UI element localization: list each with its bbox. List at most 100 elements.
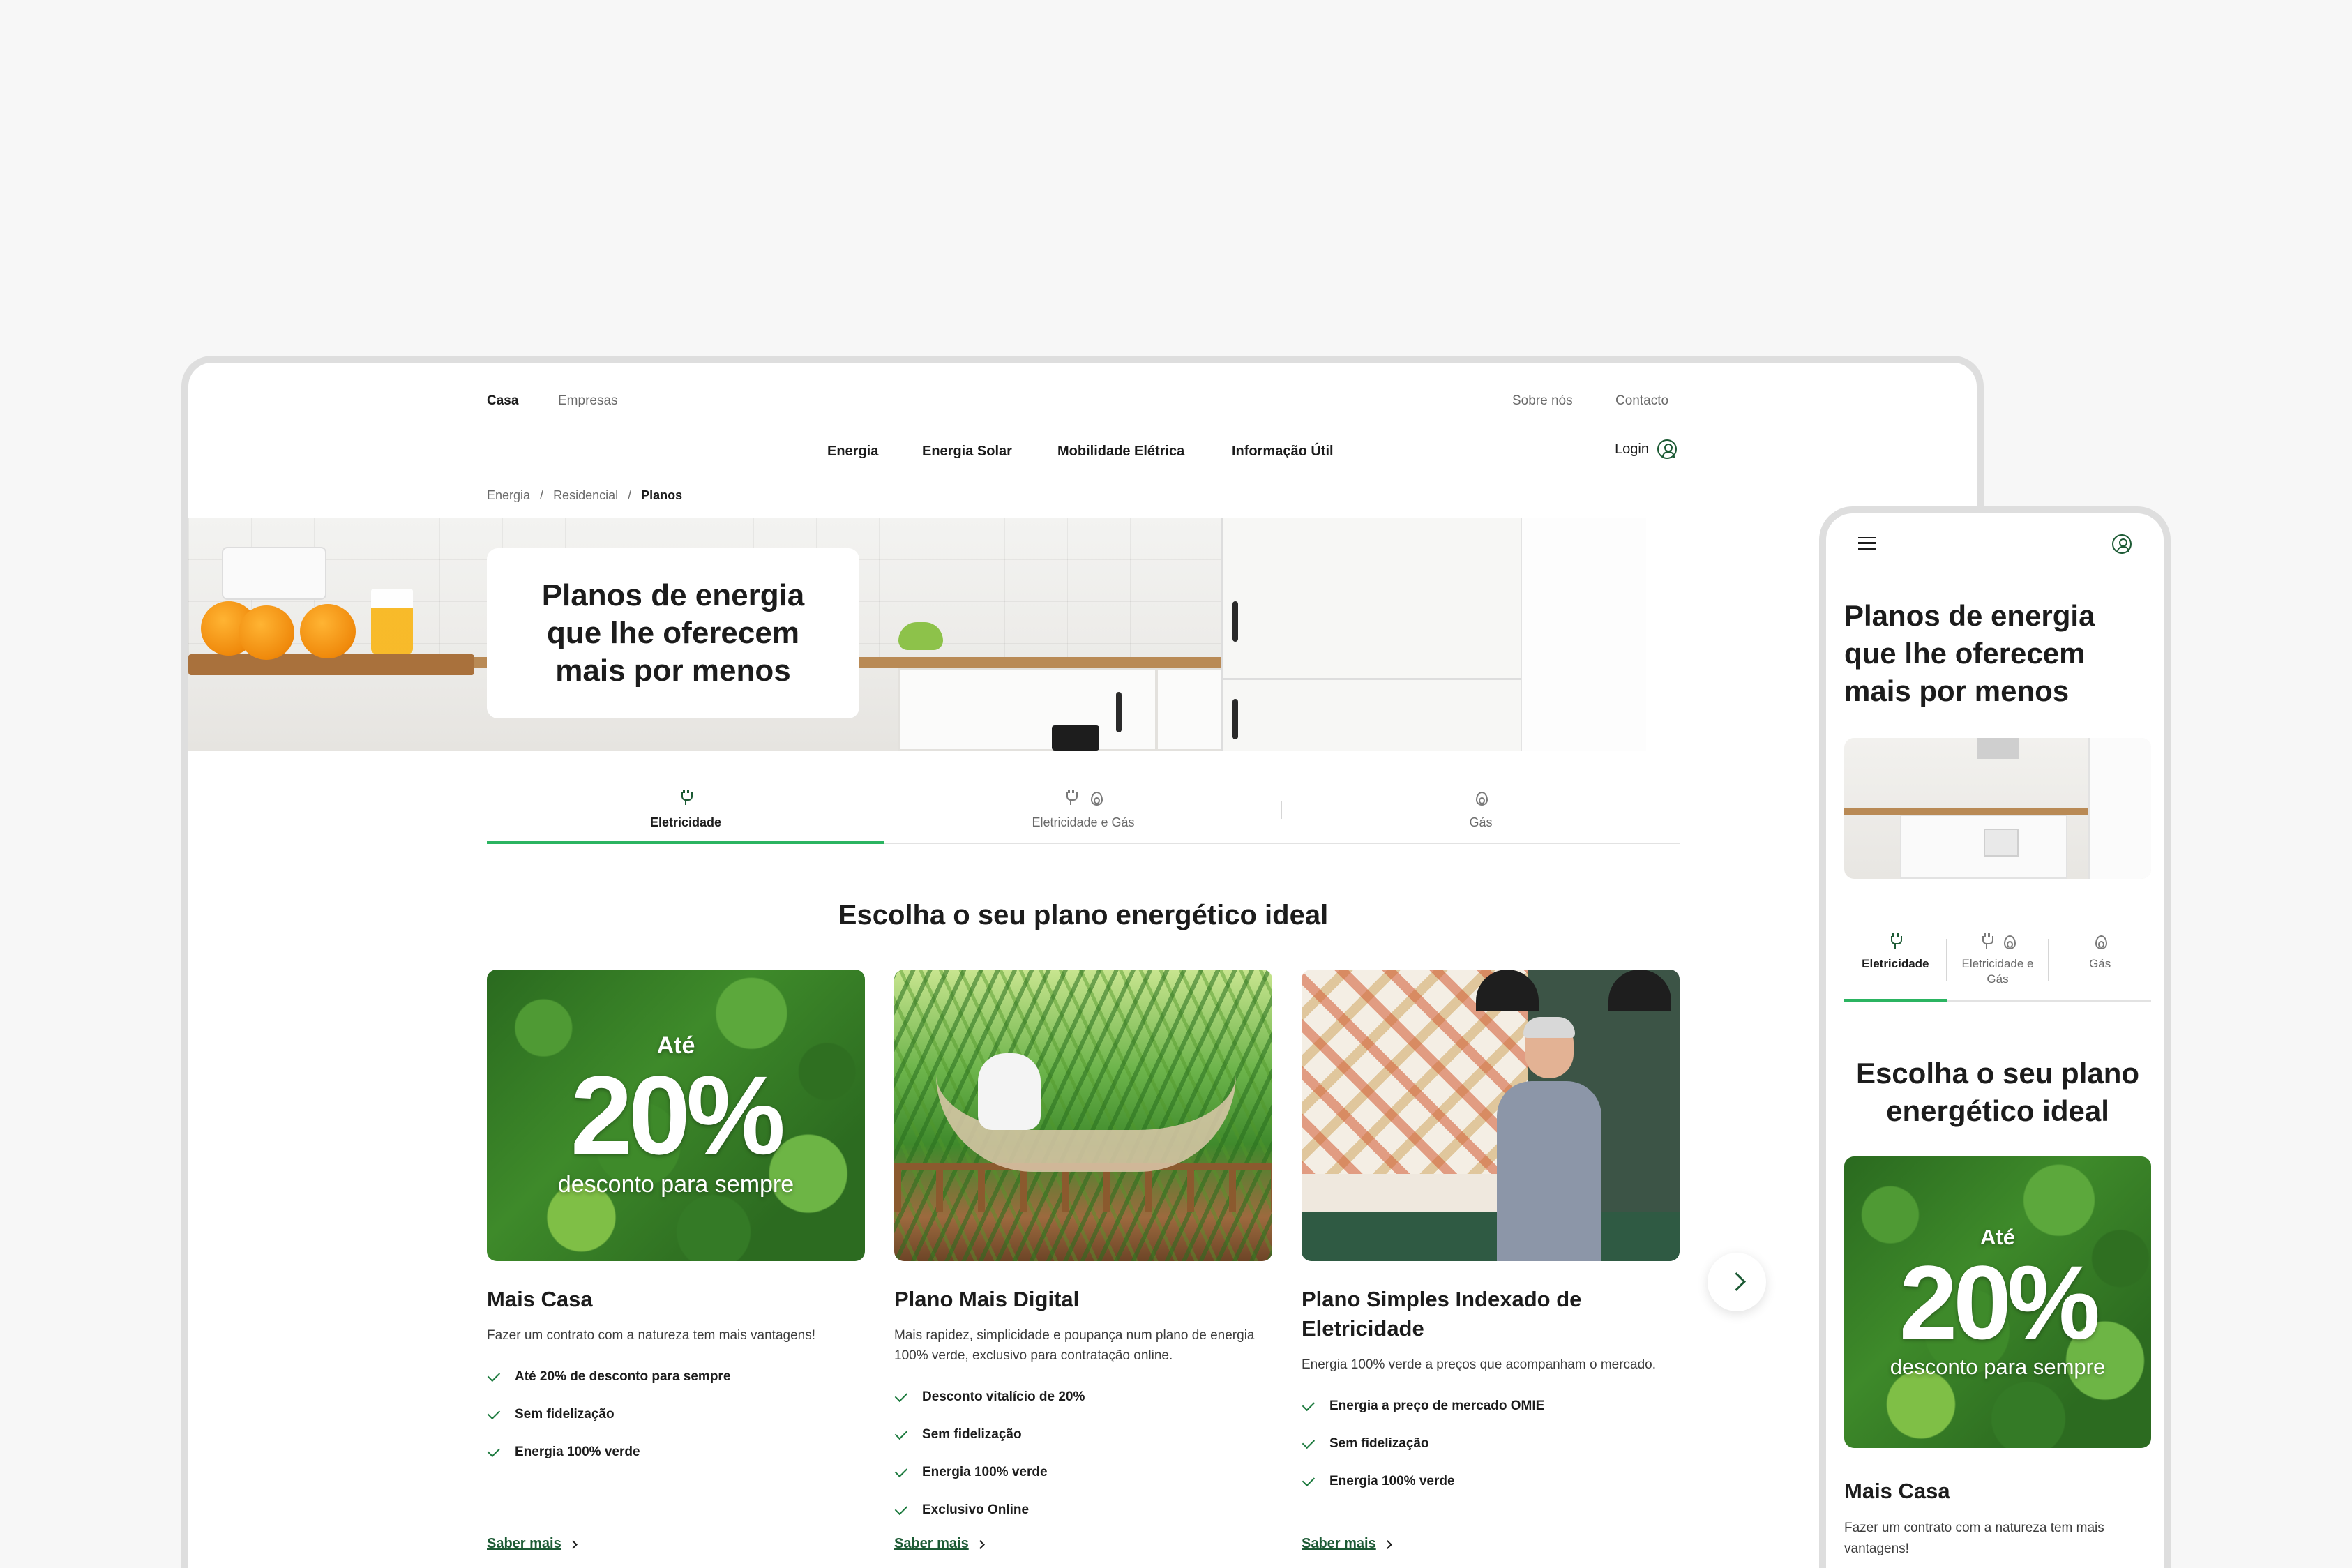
tab-eletricidade[interactable]: Eletricidade [1844,918,1947,1002]
energy-type-tabs: Eletricidade Eletricidade e Gás Gás [487,774,1680,844]
check-icon [894,1426,908,1440]
tab-gas[interactable]: Gás [2049,918,2151,1000]
section-title: Escolha o seu plano energético ideal [838,900,1329,930]
breadcrumb-separator: / [540,488,544,502]
check-icon [1302,1435,1316,1449]
login-label: Login [1615,441,1649,457]
segment-empresas[interactable]: Empresas [558,393,618,409]
mobile-section-title: Escolha o seu plano energético ideal [1855,1057,2140,1127]
nav-energia-solar[interactable]: Energia Solar [922,444,1012,460]
feature-item: Até 20% de desconto para sempre [487,1358,865,1396]
hamburger-menu-icon[interactable] [1858,537,1876,550]
tab-gas[interactable]: Gás [1282,774,1680,843]
plan-description: Energia 100% verde a preços que acompanh… [1302,1357,1657,1372]
hammock-photo [894,970,1272,1261]
check-icon [487,1406,501,1420]
tab-label: Eletricidade e Gás [1032,815,1135,829]
saber-mais-link[interactable]: Saber mais [894,1536,985,1552]
plug-icon [1889,933,1903,949]
kitchen-hero-image [188,518,1646,751]
link-sobre-nos[interactable]: Sobre nós [1512,393,1573,409]
mobile-phone-frame: Planos de energia que lhe oferecem mais … [1819,506,2171,1568]
tab-label: Eletricidade [649,815,722,829]
tab-label: Gás [1469,815,1493,829]
breadcrumb-residencial[interactable]: Residencial [553,488,618,503]
mobile-plan-title: Mais Casa [1844,1479,1950,1503]
nav-mobilidade-eletrica[interactable]: Mobilidade Elétrica [1057,444,1184,460]
tab-eletricidade-gas[interactable]: Eletricidade e Gás [1947,918,2049,1000]
flame-icon [2094,933,2107,949]
desktop-browser-frame: Casa Empresas Sobre nós Contacto Energia… [181,356,1984,1568]
tab-eletricidade[interactable]: Eletricidade [487,774,884,844]
feature-item: Energia 100% verde [894,1454,1272,1491]
login-button[interactable]: Login [1615,439,1677,459]
plan-title: Mais Casa [487,1287,593,1311]
feature-item: Sem fidelização [1302,1425,1680,1463]
breadcrumb-planos: Planos [641,488,683,502]
check-icon [1302,1398,1316,1412]
mobile-header [1826,513,2164,564]
nav-informacao-util[interactable]: Informação Útil [1232,444,1334,460]
mobile-energy-tabs: Eletricidade Eletricidade e Gás Gás [1844,918,2151,1002]
forest-promo-image: Até 20% desconto para sempre [487,970,865,1261]
link-contacto[interactable]: Contacto [1615,393,1668,409]
check-icon [1302,1473,1316,1487]
feature-item: Exclusivo Online [894,1491,1272,1529]
feature-item: Desconto vitalício de 20% [894,1378,1272,1416]
promo-percentage: 20% [570,1053,785,1177]
plan-title: Plano Mais Digital [894,1287,1080,1311]
flame-icon [1090,790,1103,806]
segment-casa[interactable]: Casa [487,393,518,409]
tab-label: Eletricidade e Gás [1961,957,2034,986]
saber-mais-link[interactable]: Saber mais [487,1536,578,1552]
flame-icon [1475,790,1488,806]
plan-features: Desconto vitalício de 20% Sem fidelizaçã… [894,1378,1272,1529]
check-icon [487,1369,501,1382]
user-icon [1657,439,1677,459]
flame-icon [2003,933,2016,949]
user-icon[interactable] [2112,534,2132,554]
feature-item: Energia 100% verde [487,1433,865,1471]
feature-item: Sem fidelização [487,1396,865,1433]
top-segment-bar: Casa Empresas Sobre nós Contacto [188,382,1977,424]
plan-features: Até 20% de desconto para sempre Sem fide… [487,1358,865,1471]
plan-features: Energia a preço de mercado OMIE Sem fide… [1302,1387,1680,1500]
chevron-right-icon [1382,1540,1392,1549]
plug-icon [1980,933,1993,949]
nav-energia[interactable]: Energia [827,444,878,460]
plan-title: Plano Simples Indexado de Eletricidade [1302,1287,1582,1341]
saber-mais-link[interactable]: Saber mais [1302,1536,1392,1552]
chevron-right-icon [975,1540,985,1549]
breadcrumb-separator: / [628,488,632,502]
tab-label: Eletricidade [1862,957,1929,970]
main-navigation: Energia Energia Solar Mobilidade Elétric… [188,432,1977,474]
plug-icon [679,790,693,805]
man-in-kitchen-photo [1302,970,1680,1261]
carousel-next-button[interactable] [1708,1253,1766,1311]
check-icon [894,1464,908,1478]
chevron-right-icon [568,1540,578,1549]
check-icon [894,1502,908,1516]
check-icon [894,1389,908,1403]
mobile-forest-promo-image[interactable]: Até 20% desconto para sempre [1844,1156,2151,1448]
hero-title-card: Planos de energia que lhe oferecem mais … [487,548,859,718]
feature-item: Sem fidelização [894,1416,1272,1454]
feature-item: Energia 100% verde [1302,1463,1680,1500]
plan-description: Fazer um contrato com a natureza tem mai… [487,1328,815,1343]
mobile-hero-title: Planos de energia que lhe oferecem mais … [1844,599,2095,707]
breadcrumb: Energia / Residencial / Planos [487,488,682,503]
breadcrumb-energia[interactable]: Energia [487,488,530,503]
check-icon [487,1444,501,1458]
plug-icon [1064,790,1078,805]
hero-title: Planos de energia que lhe oferecem mais … [541,578,805,688]
promo-subtitle: desconto para sempre [1890,1355,2106,1379]
plan-card-simples-indexado[interactable]: Plano Simples Indexado de Eletricidade E… [1302,970,1680,1529]
tab-label: Gás [2089,957,2111,970]
mobile-kitchen-image [1844,738,2151,879]
plan-description: Mais rapidez, simplicidade e poupança nu… [894,1328,1255,1363]
plan-card-mais-digital[interactable]: Plano Mais Digital Mais rapidez, simplic… [894,970,1272,1529]
plan-card-mais-casa[interactable]: Até 20% desconto para sempre Mais Casa F… [487,970,865,1529]
mobile-plan-description: Fazer um contrato com a natureza tem mai… [1844,1521,2104,1556]
tab-eletricidade-gas[interactable]: Eletricidade e Gás [884,774,1282,843]
feature-item: Energia a preço de mercado OMIE [1302,1387,1680,1425]
